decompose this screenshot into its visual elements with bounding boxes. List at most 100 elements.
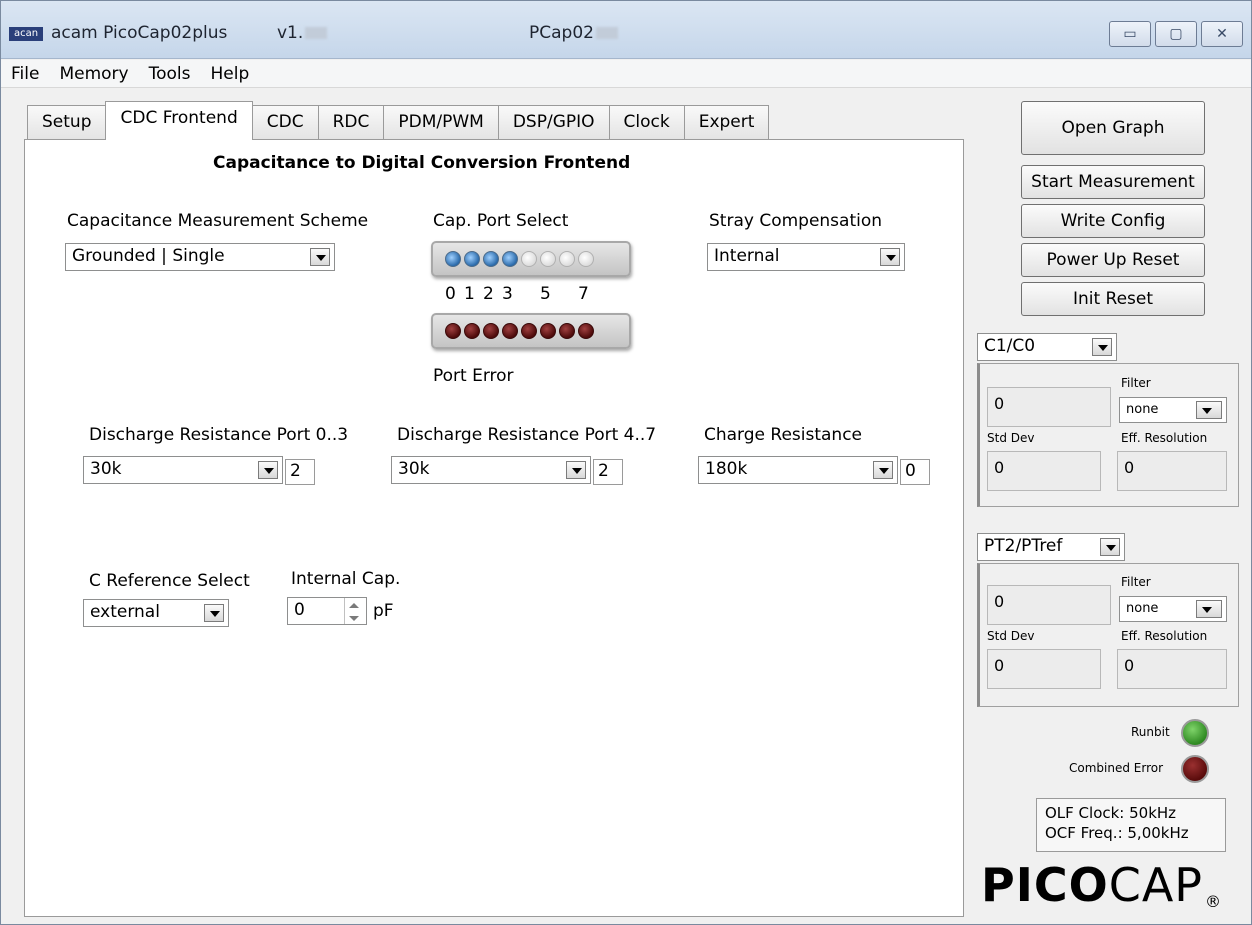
ocf-freq-text: OCF Freq.: 5,00kHz bbox=[1045, 824, 1189, 842]
chevron-down-icon[interactable] bbox=[880, 248, 900, 266]
discharge-03-value: 30k bbox=[90, 459, 122, 479]
title-bar: acan acam PicoCap02plus v1. PCap02 ▭ ▢ ✕ bbox=[1, 1, 1251, 59]
port-led-3[interactable] bbox=[502, 251, 518, 267]
runbit-label: Runbit bbox=[1131, 725, 1170, 739]
chevron-down-icon[interactable] bbox=[1100, 538, 1120, 556]
port-error-led-5 bbox=[540, 323, 556, 339]
port-led-2[interactable] bbox=[483, 251, 499, 267]
start-measurement-button[interactable]: Start Measurement bbox=[1021, 165, 1205, 199]
minimize-icon[interactable]: ▭ bbox=[1109, 21, 1151, 47]
app-window: acan acam PicoCap02plus v1. PCap02 ▭ ▢ ✕… bbox=[0, 0, 1252, 925]
port-error-label: Port Error bbox=[433, 366, 514, 386]
picocap-logo: PICOCAP ® bbox=[981, 857, 1222, 925]
stray-select[interactable]: Internal bbox=[707, 243, 905, 271]
close-icon[interactable]: ✕ bbox=[1201, 21, 1243, 47]
group2-filter-label: Filter bbox=[1121, 575, 1151, 589]
menu-file[interactable]: File bbox=[1, 60, 49, 87]
menu-tools[interactable]: Tools bbox=[139, 60, 201, 87]
port-tick-label: 1 bbox=[464, 284, 475, 304]
group2-stddev-value: 0 bbox=[987, 649, 1101, 689]
stray-value: Internal bbox=[714, 246, 780, 266]
chevron-down-icon[interactable] bbox=[1196, 401, 1222, 419]
combined-error-lamp bbox=[1181, 755, 1209, 783]
tab-bar: Setup CDC Frontend CDC RDC PDM/PWM DSP/G… bbox=[27, 101, 770, 140]
group2-select-value: PT2/PTref bbox=[984, 536, 1063, 556]
maximize-icon[interactable]: ▢ bbox=[1155, 21, 1197, 47]
discharge-47-label: Discharge Resistance Port 4..7 bbox=[397, 425, 657, 445]
internal-cap-label: Internal Cap. bbox=[291, 569, 401, 589]
port-error-led-1 bbox=[464, 323, 480, 339]
init-reset-button[interactable]: Init Reset bbox=[1021, 282, 1205, 316]
port-error-led-3 bbox=[502, 323, 518, 339]
group2-stddev-label: Std Dev bbox=[987, 629, 1035, 643]
charge-select[interactable]: 180k bbox=[698, 456, 898, 484]
port-error-led-7 bbox=[578, 323, 594, 339]
write-config-button[interactable]: Write Config bbox=[1021, 204, 1205, 238]
window-version: v1. bbox=[277, 23, 328, 43]
discharge-03-label: Discharge Resistance Port 0..3 bbox=[89, 425, 349, 445]
tab-expert[interactable]: Expert bbox=[683, 105, 770, 139]
spinner-icon[interactable] bbox=[344, 598, 364, 624]
port-tick-label: 2 bbox=[483, 284, 494, 304]
tab-rdc[interactable]: RDC bbox=[317, 105, 385, 139]
port-error-led-0 bbox=[445, 323, 461, 339]
port-led-5[interactable] bbox=[540, 251, 556, 267]
tab-dsp-gpio[interactable]: DSP/GPIO bbox=[497, 105, 610, 139]
charge-number: 0 bbox=[900, 459, 930, 485]
group1-effres-label: Eff. Resolution bbox=[1121, 431, 1208, 445]
cref-label: C Reference Select bbox=[89, 571, 250, 591]
tab-clock[interactable]: Clock bbox=[608, 105, 685, 139]
internal-cap-value: 0 bbox=[294, 600, 305, 620]
chevron-down-icon[interactable] bbox=[310, 248, 330, 266]
group2-value: 0 bbox=[987, 585, 1111, 625]
group2-filter-select[interactable]: none bbox=[1119, 596, 1227, 622]
panel-heading: Capacitance to Digital Conversion Fronte… bbox=[213, 153, 631, 173]
menu-memory[interactable]: Memory bbox=[49, 60, 138, 87]
discharge-03-select[interactable]: 30k bbox=[83, 456, 283, 484]
power-up-reset-button[interactable]: Power Up Reset bbox=[1021, 243, 1205, 277]
menu-help[interactable]: Help bbox=[200, 60, 259, 87]
chevron-down-icon[interactable] bbox=[258, 461, 278, 479]
discharge-47-number: 2 bbox=[593, 459, 623, 485]
open-graph-button[interactable]: Open Graph bbox=[1021, 101, 1205, 155]
internal-cap-input[interactable]: 0 bbox=[287, 597, 367, 625]
port-select-label: Cap. Port Select bbox=[433, 211, 569, 231]
group1-select[interactable]: C1/C0 bbox=[977, 333, 1117, 361]
logo-bold-part: PICO bbox=[981, 858, 1109, 912]
window-title: acam PicoCap02plus bbox=[51, 23, 228, 43]
group2-effres-label: Eff. Resolution bbox=[1121, 629, 1208, 643]
group2-effres-value: 0 bbox=[1117, 649, 1227, 689]
port-led-0[interactable] bbox=[445, 251, 461, 267]
chevron-down-icon[interactable] bbox=[204, 604, 224, 622]
chevron-down-icon[interactable] bbox=[1092, 338, 1112, 356]
group1-filter-select[interactable]: none bbox=[1119, 397, 1227, 423]
port-error-led-2 bbox=[483, 323, 499, 339]
port-tick-label: 3 bbox=[502, 284, 513, 304]
group2-select[interactable]: PT2/PTref bbox=[977, 533, 1125, 561]
chevron-down-icon[interactable] bbox=[566, 461, 586, 479]
cref-select[interactable]: external bbox=[83, 599, 229, 627]
runbit-lamp bbox=[1181, 719, 1209, 747]
port-led-1[interactable] bbox=[464, 251, 480, 267]
group1-filter-value: none bbox=[1126, 402, 1159, 417]
chevron-down-icon[interactable] bbox=[873, 461, 893, 479]
group1-filter-label: Filter bbox=[1121, 376, 1151, 390]
tab-cdc-frontend[interactable]: CDC Frontend bbox=[105, 101, 253, 140]
group1-stddev-label: Std Dev bbox=[987, 431, 1035, 445]
group1-effres-value: 0 bbox=[1117, 451, 1227, 491]
scheme-select[interactable]: Grounded | Single bbox=[65, 243, 335, 271]
scheme-value: Grounded | Single bbox=[72, 246, 225, 266]
charge-value: 180k bbox=[705, 459, 748, 479]
discharge-03-number: 2 bbox=[285, 459, 315, 485]
discharge-47-select[interactable]: 30k bbox=[391, 456, 591, 484]
app-logo-icon: acan bbox=[9, 27, 43, 41]
port-tick-label: 7 bbox=[578, 284, 589, 304]
port-led-6[interactable] bbox=[559, 251, 575, 267]
tab-cdc[interactable]: CDC bbox=[251, 105, 319, 139]
port-led-4[interactable] bbox=[521, 251, 537, 267]
port-led-7[interactable] bbox=[578, 251, 594, 267]
tab-pdm-pwm[interactable]: PDM/PWM bbox=[383, 105, 499, 139]
tab-setup[interactable]: Setup bbox=[27, 105, 107, 139]
scheme-label: Capacitance Measurement Scheme bbox=[67, 211, 369, 231]
chevron-down-icon[interactable] bbox=[1196, 600, 1222, 618]
